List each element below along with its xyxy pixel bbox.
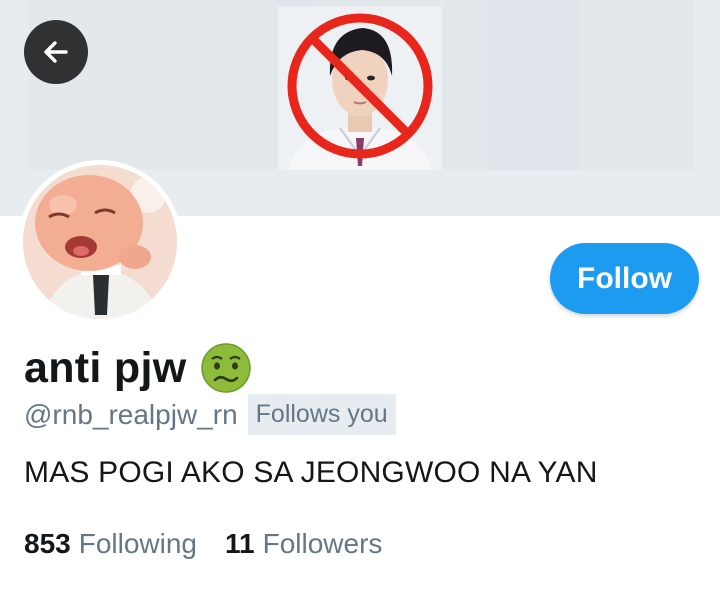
followers-label: Followers <box>262 528 383 559</box>
following-stat-link[interactable]: 853 Following <box>24 528 197 560</box>
avatar-image <box>23 165 177 319</box>
followers-count: 11 <box>225 528 255 559</box>
follow-button[interactable]: Follow <box>550 243 699 314</box>
profile-bio: MAS POGI AKO SA JEONGWOO NA YAN <box>24 456 598 489</box>
followers-stat-link[interactable]: 11 Followers <box>225 528 382 560</box>
follows-you-badge: Follows you <box>247 394 396 435</box>
display-name: anti pjw <box>24 343 187 392</box>
back-button[interactable] <box>24 20 88 84</box>
banned-portrait-image <box>278 6 442 170</box>
profile-name-row: anti pjw <box>24 342 252 394</box>
profile-avatar[interactable] <box>18 160 182 324</box>
following-count: 853 <box>24 528 71 559</box>
profile-stats: 853 Following 11 Followers <box>24 528 410 560</box>
nauseated-face-icon <box>201 343 252 393</box>
following-label: Following <box>78 528 197 559</box>
profile-handle-row: @rnb_realpjw_rn Follows you <box>24 394 396 435</box>
profile-handle: @rnb_realpjw_rn <box>24 398 238 430</box>
arrow-left-icon <box>44 41 68 63</box>
